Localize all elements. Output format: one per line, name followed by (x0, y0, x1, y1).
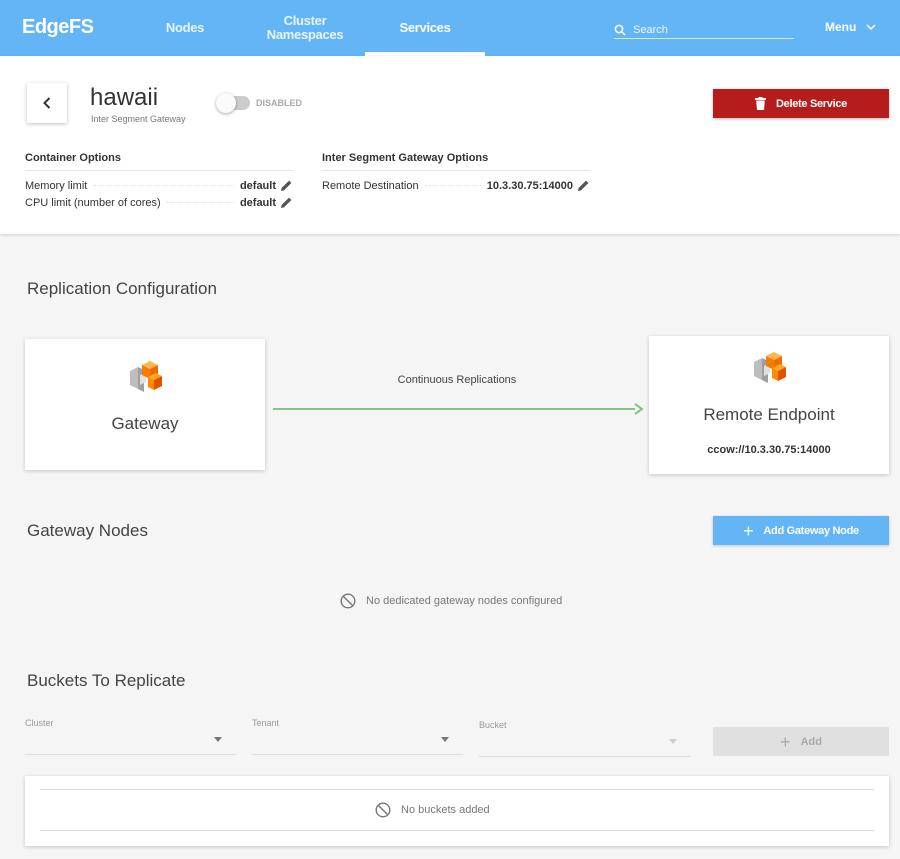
cluster-select-label: Cluster (25, 718, 54, 728)
top-bar: EdgeFS Nodes Cluster Namespaces Services … (0, 0, 900, 56)
add-bucket-button[interactable]: + Add (713, 727, 889, 756)
replication-link-label: Continuous Replications (397, 374, 517, 386)
menu-button[interactable]: Menu (825, 20, 876, 34)
pencil-icon[interactable] (280, 196, 293, 209)
remote-endpoint-label: Remote Endpoint (703, 405, 835, 424)
add-bucket-label: Add (800, 735, 822, 748)
block-icon (375, 802, 391, 818)
gateway-label: Gateway (111, 414, 179, 433)
option-value: default (239, 179, 276, 192)
option-row-remote-destination: Remote Destination 10.3.30.75:14000 (322, 177, 590, 194)
bucket-select[interactable]: Bucket (479, 720, 691, 757)
service-enable-toggle[interactable]: DISABLED (216, 93, 303, 113)
add-gateway-node-label: Add Gateway Node (763, 524, 859, 537)
nav-services-label: Services (399, 20, 451, 35)
buckets-table: No buckets added (40, 789, 874, 831)
pencil-icon[interactable] (280, 179, 293, 192)
remote-endpoint-card: Remote Endpoint ccow://10.3.30.75:14000 (649, 336, 889, 474)
cluster-select[interactable]: Cluster (25, 718, 236, 755)
service-type: Inter Segment Gateway (91, 114, 186, 124)
add-gateway-node-button[interactable]: + Add Gateway Node (713, 516, 889, 545)
gateway-card: Gateway (25, 339, 265, 470)
option-leader (166, 202, 234, 203)
delete-service-label: Delete Service (775, 97, 848, 110)
search-input[interactable] (633, 23, 783, 36)
option-label: CPU limit (number of cores) (25, 196, 161, 209)
tenant-select[interactable]: Tenant (252, 718, 463, 755)
option-row-memory: Memory limit default (25, 177, 293, 194)
caret-down-icon[interactable] (214, 737, 222, 742)
buckets-list: No buckets added (25, 776, 889, 846)
container-options-title: Container Options (25, 152, 293, 171)
bucket-select-label: Bucket (479, 720, 507, 730)
option-value: default (239, 196, 276, 209)
option-row-cpu: CPU limit (number of cores) default (25, 194, 293, 211)
option-value: 10.3.30.75:14000 (486, 179, 573, 192)
option-leader (424, 185, 481, 186)
replication-title: Replication Configuration (27, 279, 217, 298)
edgefs-logo-icon (754, 352, 786, 383)
service-name: hawaii (90, 84, 159, 111)
toggle-status-label: DISABLED (256, 98, 303, 108)
app-logo[interactable]: EdgeFS (22, 16, 94, 39)
nav-cluster-namespaces[interactable]: Cluster Namespaces (255, 0, 355, 56)
service-header: hawaii Inter Segment Gateway DISABLED De… (0, 56, 900, 234)
isg-options-title: Inter Segment Gateway Options (322, 152, 590, 171)
chevron-left-icon (43, 97, 51, 109)
toggle-track (216, 93, 250, 113)
pencil-icon[interactable] (577, 179, 590, 192)
trash-icon (754, 97, 766, 110)
caret-down-icon[interactable] (441, 737, 449, 742)
nav-namespaces-label: Cluster Namespaces (266, 13, 344, 42)
nav-nodes[interactable]: Nodes (155, 0, 215, 56)
back-button[interactable] (27, 83, 67, 123)
edgefs-logo-icon (130, 361, 162, 392)
gateway-nodes-empty-text: No dedicated gateway nodes configured (366, 595, 563, 607)
search-icon (614, 24, 626, 36)
option-label: Remote Destination (322, 179, 419, 192)
nav-services[interactable]: Services (365, 0, 485, 56)
chevron-down-icon (866, 24, 876, 30)
menu-label: Menu (825, 20, 857, 34)
remote-endpoint-url: ccow://10.3.30.75:14000 (707, 444, 831, 456)
buckets-title: Buckets To Replicate (27, 671, 186, 690)
toggle-knob (216, 93, 236, 113)
caret-down-icon (669, 739, 677, 744)
option-label: Memory limit (25, 179, 88, 192)
container-options: Container Options Memory limit default C… (25, 152, 293, 211)
delete-service-button[interactable]: Delete Service (713, 89, 889, 118)
buckets-empty-text: No buckets added (401, 804, 490, 816)
gateway-nodes-empty: No dedicated gateway nodes configured (340, 593, 562, 609)
option-leader (93, 185, 234, 186)
gateway-nodes-title: Gateway Nodes (27, 521, 148, 540)
plus-icon: + (743, 520, 754, 541)
search-box[interactable] (614, 21, 794, 39)
block-icon (340, 593, 356, 609)
tenant-select-label: Tenant (252, 718, 280, 728)
plus-icon: + (780, 731, 791, 752)
buckets-empty: No buckets added (375, 802, 490, 818)
isg-options: Inter Segment Gateway Options Remote Des… (322, 152, 590, 194)
arrow-right-icon (273, 403, 644, 415)
nav-nodes-label: Nodes (165, 20, 205, 35)
